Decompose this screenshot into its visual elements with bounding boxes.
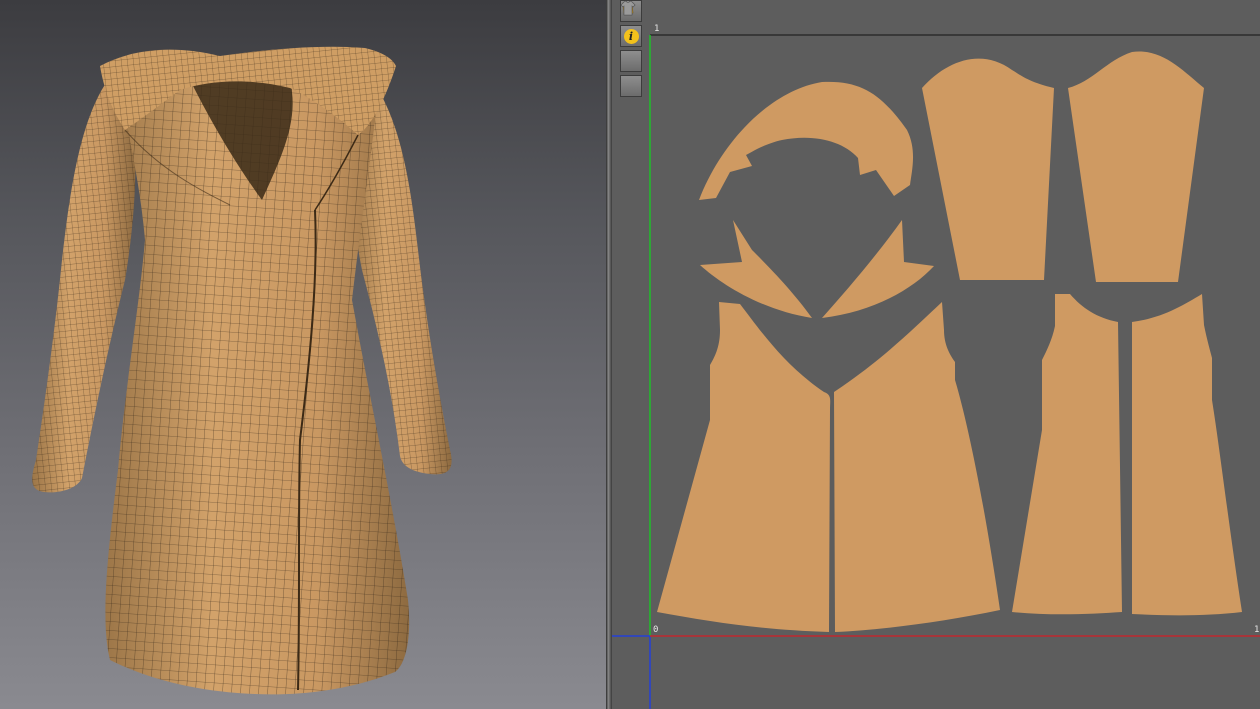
uv-piece-front-left-panel[interactable] <box>657 302 831 632</box>
uv-piece-right-sleeve[interactable] <box>1068 51 1204 283</box>
uv-piece-front-right-panel[interactable] <box>834 302 1000 632</box>
garment-button[interactable] <box>620 0 642 97</box>
texture-button[interactable] <box>620 2 642 72</box>
info-icon: i <box>623 28 639 44</box>
u-axis-max-label: 1 <box>1254 625 1260 635</box>
uv-piece-right-lapel[interactable] <box>822 220 934 318</box>
3d-viewport[interactable] <box>0 0 606 709</box>
uv-piece-left-sleeve[interactable] <box>922 58 1054 280</box>
uv-piece-back-left-panel[interactable] <box>1012 294 1122 615</box>
uv-layout-canvas <box>612 34 1260 709</box>
left-sleeve <box>32 80 136 493</box>
uv-piece-collar[interactable] <box>699 81 914 200</box>
uv-editor-viewport[interactable]: i 1 0 1 <box>612 0 1260 709</box>
v-axis-max-label: 1 <box>654 24 660 34</box>
info-button[interactable]: i <box>620 25 642 47</box>
uv-toolbar: i <box>620 0 646 97</box>
3d-garment-render <box>32 46 452 695</box>
uv-origin-label: 0 <box>653 625 659 635</box>
garment-icon <box>620 0 636 16</box>
uv-piece-back-right-panel[interactable] <box>1132 294 1242 616</box>
uv-piece-left-lapel[interactable] <box>700 220 812 318</box>
